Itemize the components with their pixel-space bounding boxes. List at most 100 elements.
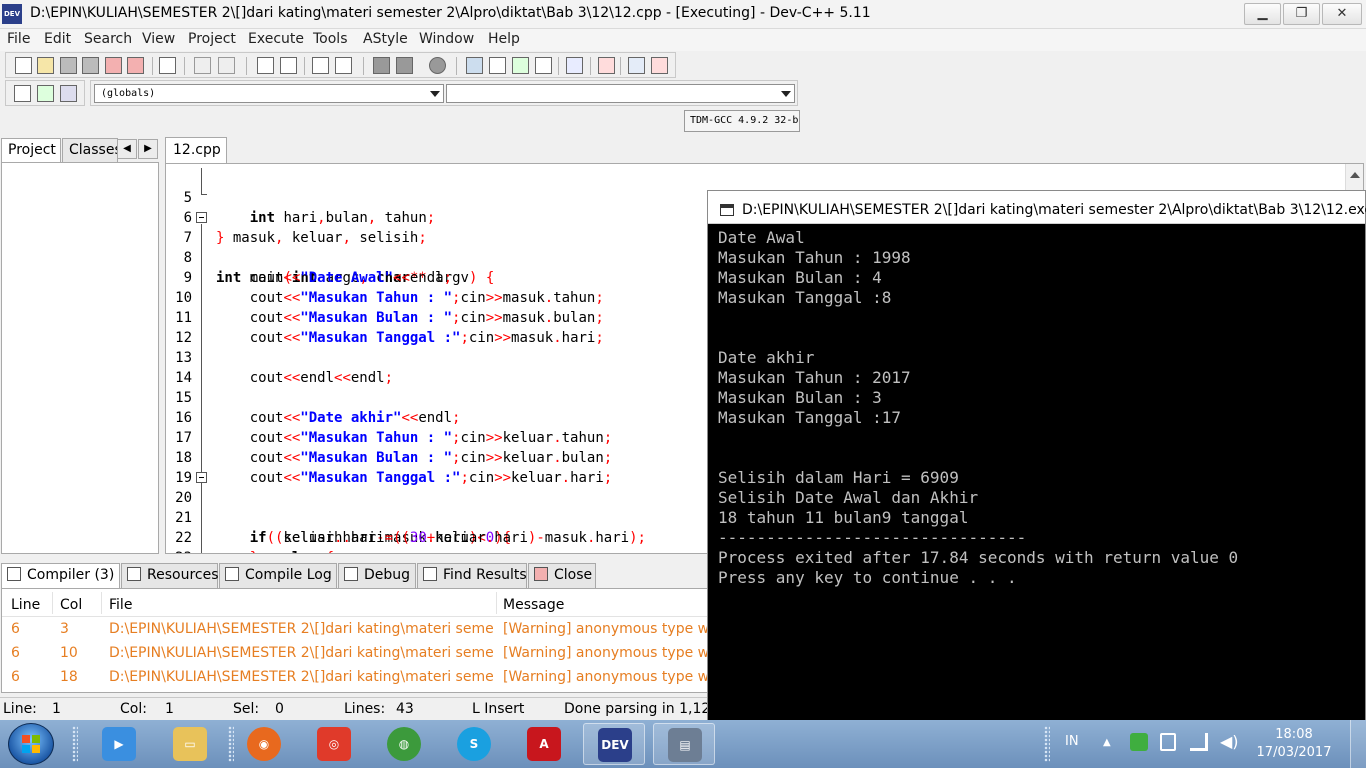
clock-time: 18:08 <box>1275 727 1313 742</box>
minimize-button[interactable]: ▁ <box>1244 3 1281 25</box>
console-line: Masukan Bulan : 3 <box>718 388 882 407</box>
tab-resources[interactable]: Resources <box>121 563 219 588</box>
rebuild-icon[interactable] <box>535 57 552 74</box>
taskbar-skype[interactable]: S <box>443 723 505 765</box>
clock[interactable]: 18:08 17/03/2017 <box>1254 726 1334 762</box>
new-file-icon[interactable] <box>15 57 32 74</box>
col-col-header[interactable]: Col <box>60 597 82 613</box>
fold-toggle-icon[interactable] <box>196 472 207 483</box>
members-combo[interactable] <box>446 84 795 103</box>
tab-project[interactable]: Project <box>1 138 61 162</box>
acrobat-icon: A <box>527 727 561 761</box>
recorder-icon: ◎ <box>317 727 351 761</box>
menu-execute[interactable]: Execute <box>248 31 304 47</box>
fold-toggle-icon[interactable] <box>196 212 207 223</box>
maximize-button[interactable]: ❐ <box>1283 3 1320 25</box>
menu-astyle[interactable]: AStyle <box>363 31 408 47</box>
stop-execution-icon[interactable] <box>598 57 615 74</box>
find-icon[interactable] <box>257 57 274 74</box>
close-all-icon[interactable] <box>127 57 144 74</box>
taskbar-devcpp[interactable]: DEV <box>583 723 645 765</box>
close-file-icon[interactable] <box>105 57 122 74</box>
table-row[interactable]: 6 3 D:\EPIN\KULIAH\SEMESTER 2\[]dari kat… <box>2 618 708 642</box>
menu-edit[interactable]: Edit <box>44 31 71 47</box>
print-icon[interactable] <box>159 57 176 74</box>
project-options-icon[interactable] <box>429 57 446 74</box>
scope-toolbar: (globals) <box>90 80 798 106</box>
code-line: 10 cout<<"Masukan Bulan : ";cin>>masuk.b… <box>175 290 604 326</box>
taskbar-media-player[interactable]: ▶ <box>88 723 150 765</box>
taskbar-screen-recorder[interactable]: ◎ <box>303 723 365 765</box>
compiler-select[interactable]: TDM-GCC 4.9.2 32-bit Release <box>684 110 800 132</box>
globals-combo[interactable]: (globals) <box>94 84 444 103</box>
toggle-bookmark-icon[interactable] <box>37 85 54 102</box>
delete-profile-icon[interactable] <box>651 57 668 74</box>
goto-bookmark-icon[interactable] <box>60 85 77 102</box>
taskbar-console[interactable]: ▤ <box>653 723 715 765</box>
tab-close[interactable]: Close <box>528 563 596 588</box>
project-forward-icon[interactable] <box>396 57 413 74</box>
safely-remove-icon[interactable] <box>1160 733 1176 751</box>
table-row[interactable]: 6 18 D:\EPIN\KULIAH\SEMESTER 2\[]dari ka… <box>2 666 708 690</box>
editor-tab-12cpp[interactable]: 12.cpp <box>165 137 227 163</box>
compiler-results-table[interactable]: Line Col File Message 6 3 D:\EPIN\KULIAH… <box>1 588 709 693</box>
save-all-icon[interactable] <box>82 57 99 74</box>
row-col: 10 <box>60 645 78 661</box>
menu-window[interactable]: Window <box>419 31 474 47</box>
tray-app-icon[interactable] <box>1130 733 1148 751</box>
run-icon[interactable] <box>489 57 506 74</box>
taskbar-firefox[interactable]: ◉ <box>233 723 295 765</box>
resources-icon <box>127 567 141 581</box>
menu-project[interactable]: Project <box>188 31 236 47</box>
tab-debug[interactable]: Debug <box>338 563 416 588</box>
project-tree[interactable] <box>1 162 159 554</box>
project-back-icon[interactable] <box>373 57 390 74</box>
compile-icon[interactable] <box>466 57 483 74</box>
show-desktop-button[interactable] <box>1350 720 1366 768</box>
fold-line <box>201 168 202 194</box>
code-line: 5 int hari,bulan, tahun; <box>183 190 436 226</box>
console-window[interactable]: D:\EPIN\KULIAH\SEMESTER 2\[]dari kating\… <box>707 190 1366 721</box>
row-col: 3 <box>60 621 69 637</box>
compile-run-icon[interactable] <box>512 57 529 74</box>
status-line-value: 1 <box>52 701 61 717</box>
menu-file[interactable]: File <box>7 31 30 47</box>
tab-compiler[interactable]: Compiler (3) <box>1 563 120 588</box>
table-row[interactable]: 6 10 D:\EPIN\KULIAH\SEMESTER 2\[]dari ka… <box>2 642 708 666</box>
tab-scroll-right-icon[interactable]: ▶ <box>138 139 158 159</box>
taskbar-chrome[interactable]: ◍ <box>373 723 435 765</box>
menu-help[interactable]: Help <box>488 31 520 47</box>
redo-icon[interactable] <box>218 57 235 74</box>
menu-tools[interactable]: Tools <box>313 31 348 47</box>
syntax-check-icon[interactable] <box>566 57 583 74</box>
menu-search[interactable]: Search <box>84 31 132 47</box>
goto-line-icon[interactable] <box>335 57 352 74</box>
console-line: Date Awal <box>718 228 805 247</box>
indent-icon[interactable] <box>312 57 329 74</box>
console-title-bar: D:\EPIN\KULIAH\SEMESTER 2\[]dari kating\… <box>708 191 1366 224</box>
taskbar-file-explorer[interactable]: ▭ <box>159 723 221 765</box>
tab-classes[interactable]: Classes <box>62 138 118 162</box>
tab-find-results[interactable]: Find Results <box>417 563 527 588</box>
taskbar-acrobat[interactable]: A <box>513 723 575 765</box>
col-message-header[interactable]: Message <box>503 597 564 613</box>
undo-icon[interactable] <box>194 57 211 74</box>
insert-icon[interactable] <box>14 85 31 102</box>
scroll-up-icon[interactable] <box>1350 172 1360 178</box>
tab-scroll-left-icon[interactable]: ◀ <box>117 139 137 159</box>
tab-compile-log[interactable]: Compile Log <box>219 563 337 588</box>
start-button[interactable] <box>8 723 54 765</box>
save-icon[interactable] <box>60 57 77 74</box>
replace-icon[interactable] <box>280 57 297 74</box>
network-signal-icon[interactable] <box>1190 733 1208 751</box>
close-button[interactable]: ✕ <box>1322 3 1362 25</box>
volume-icon[interactable]: ◀) <box>1220 732 1239 751</box>
col-line-header[interactable]: Line <box>11 597 40 613</box>
menu-view[interactable]: View <box>142 31 175 47</box>
folder-icon: ▭ <box>173 727 207 761</box>
open-file-icon[interactable] <box>37 57 54 74</box>
col-file-header[interactable]: File <box>109 597 132 613</box>
language-indicator[interactable]: IN <box>1065 734 1079 749</box>
show-hidden-icons-icon[interactable]: ▲ <box>1103 737 1111 748</box>
profile-icon[interactable] <box>628 57 645 74</box>
